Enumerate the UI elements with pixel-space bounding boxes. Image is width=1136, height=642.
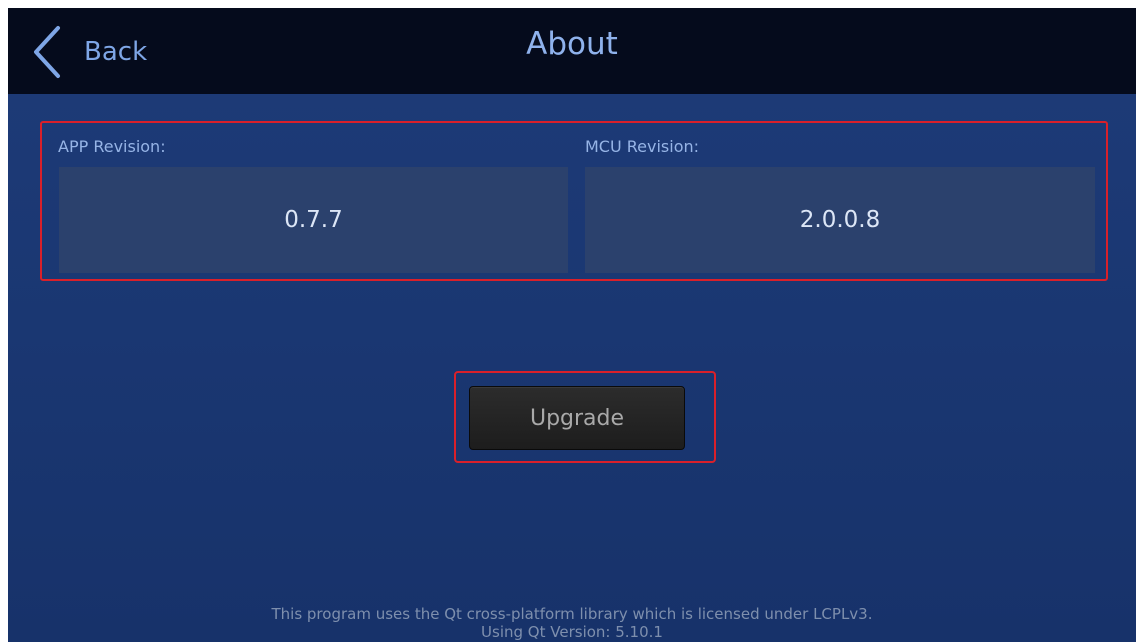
back-label: Back — [84, 37, 148, 67]
qt-version-notice: Using Qt Version: 5.10.1 — [481, 623, 663, 641]
mcu-revision-label: MCU Revision: — [585, 137, 700, 156]
license-notice: This program uses the Qt cross-platform … — [271, 605, 873, 623]
revision-panel: APP Revision: 0.7.7 MCU Revision: 2.0.0.… — [40, 121, 1108, 281]
top-bar: Back About — [8, 8, 1136, 94]
about-screen: Back About APP Revision: 0.7.7 MCU Revis… — [8, 8, 1136, 642]
app-revision-label: APP Revision: — [58, 137, 166, 156]
page-title-text: About — [526, 26, 618, 62]
app-revision-value: 0.7.7 — [59, 167, 568, 273]
mcu-revision-value: 2.0.0.8 — [585, 167, 1095, 273]
back-button[interactable]: Back — [30, 24, 180, 80]
upgrade-button[interactable]: Upgrade — [469, 386, 685, 450]
upgrade-highlight-frame: Upgrade — [454, 371, 716, 463]
chevron-left-icon — [34, 26, 60, 78]
